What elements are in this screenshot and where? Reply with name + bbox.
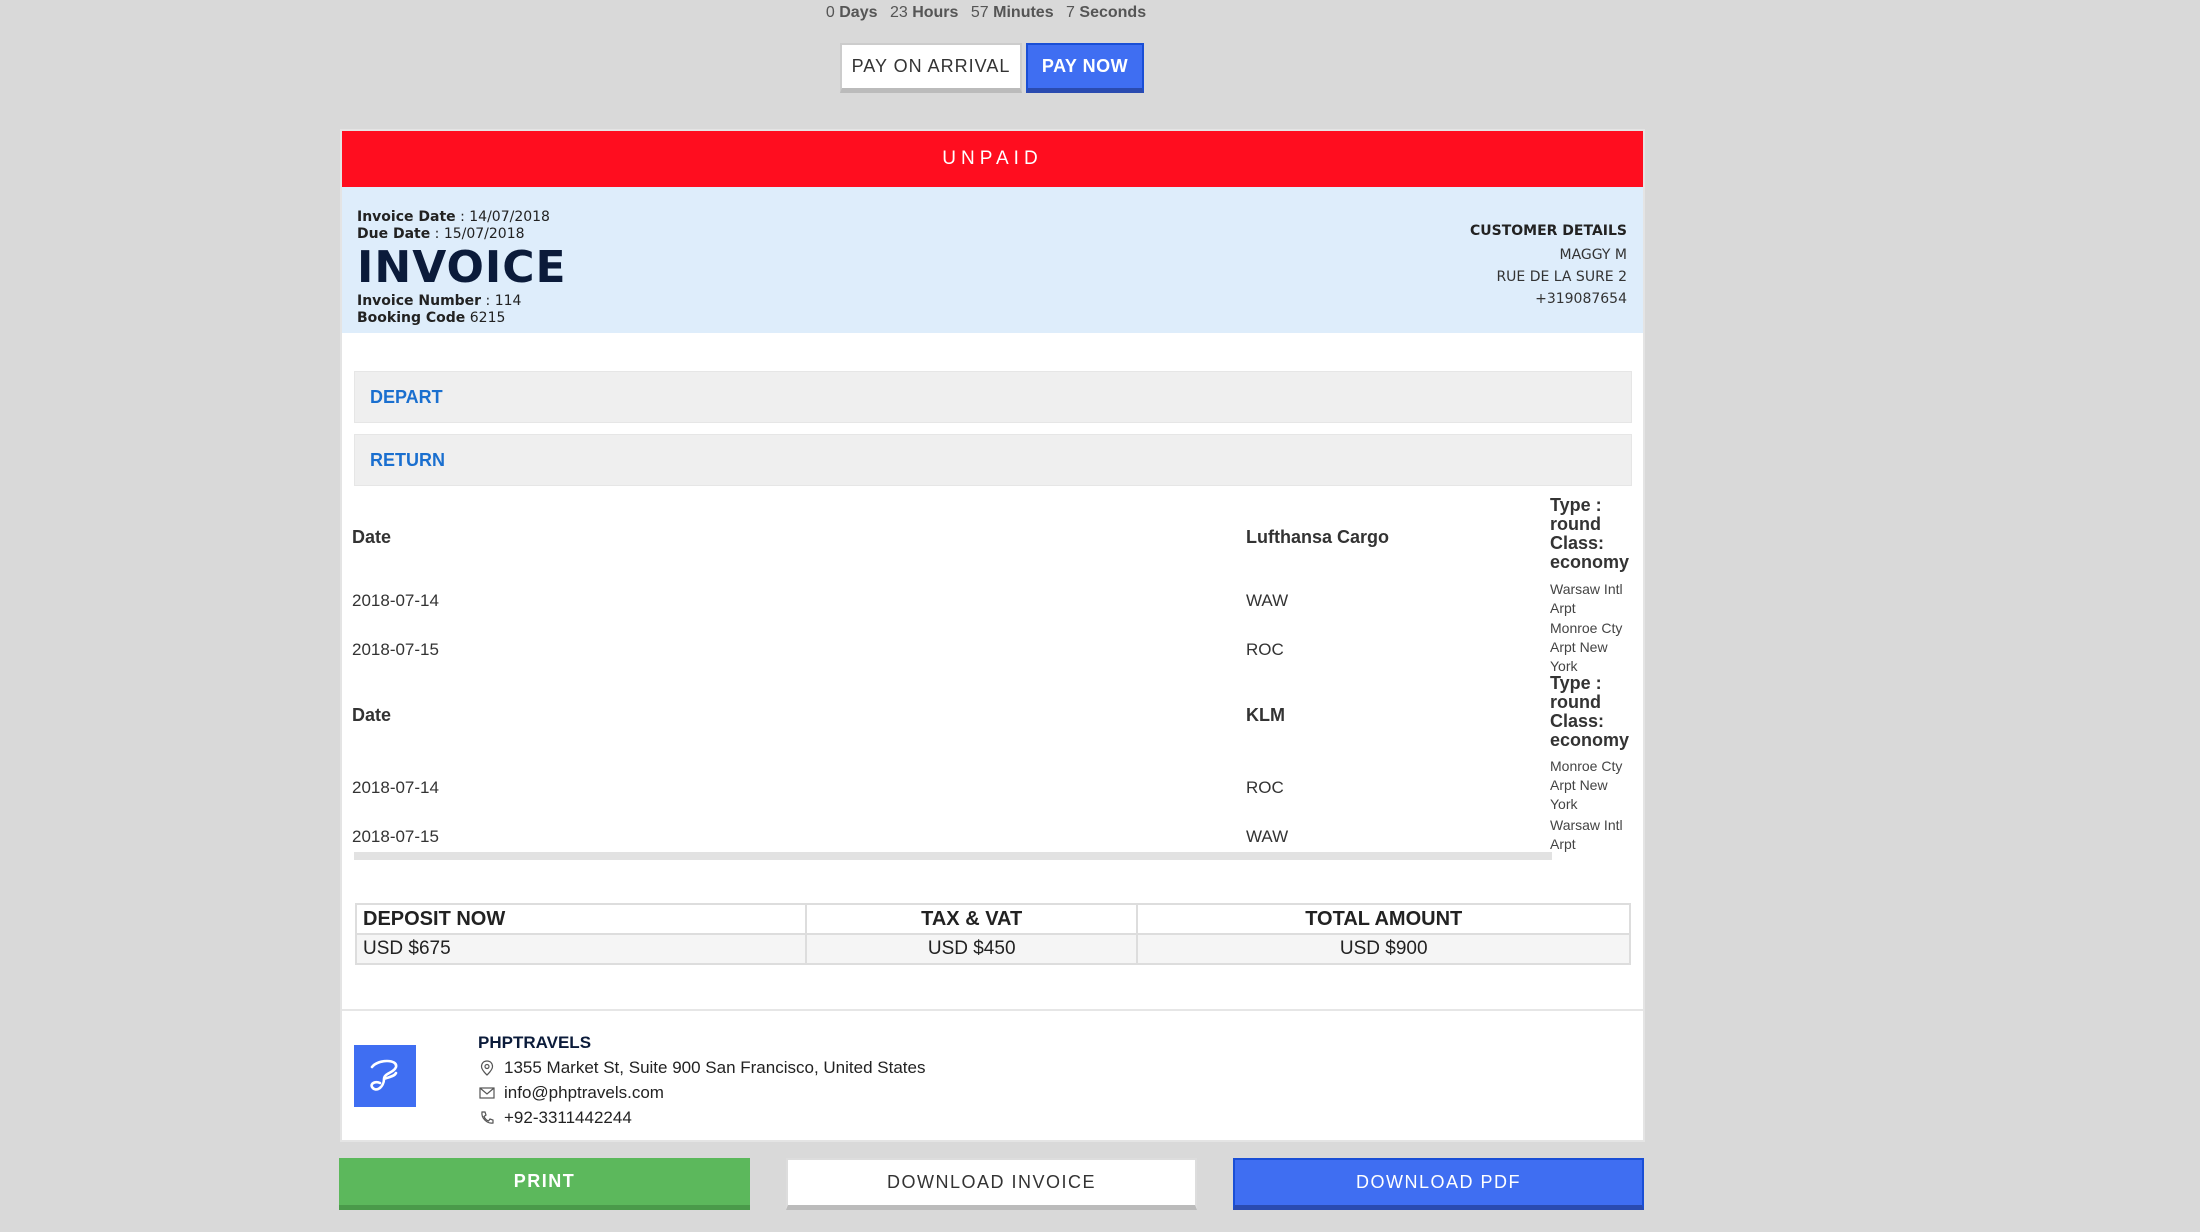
flight1-row2-airport: Monroe Cty Arpt New York xyxy=(1550,620,1623,674)
deposit-value: USD $675 xyxy=(355,933,807,965)
page-title: INVOICE xyxy=(357,242,567,293)
flight1-class-value: economy xyxy=(1550,552,1630,572)
company-address: 1355 Market St, Suite 900 San Francisco,… xyxy=(504,1058,926,1077)
due-date-value: : 15/07/2018 xyxy=(434,226,525,242)
flight2-airline: KLM xyxy=(1246,705,1285,725)
flight2-type-value: round xyxy=(1550,692,1601,712)
flight1-type-value: round xyxy=(1550,514,1601,534)
customer-details-title: CUSTOMER DETAILS xyxy=(1469,223,1627,239)
countdown-seconds-label: Seconds xyxy=(1079,4,1147,21)
flight1-class-label: Class: xyxy=(1550,533,1605,553)
booking-code-label: Booking Code xyxy=(357,310,466,326)
invoice-number-value: : 114 xyxy=(485,293,522,309)
company-name: PHPTRAVELS xyxy=(478,1033,592,1052)
customer-address: RUE DE LA SURE 2 xyxy=(1496,269,1627,285)
flight2-class-value: economy xyxy=(1550,730,1630,750)
countdown-timer: 0 Days 23 Hours 57 Minutes 7 Seconds xyxy=(0,4,1980,22)
pay-now-button[interactable]: PAY NOW xyxy=(1026,43,1144,93)
print-button[interactable]: PRINT xyxy=(339,1158,750,1210)
flight2-class-label: Class: xyxy=(1550,711,1605,731)
total-value: USD $900 xyxy=(1136,933,1631,965)
invoice-date-value: : 14/07/2018 xyxy=(460,209,550,225)
flight2-row2-code: WAW xyxy=(1246,827,1289,846)
flight1-type-class: Type : round Class: economy xyxy=(1550,496,1640,572)
depart-section[interactable]: DEPART xyxy=(354,371,1632,423)
flight1-row1-code: WAW xyxy=(1246,591,1289,610)
status-badge: UNPAID xyxy=(342,131,1643,187)
flight1-airline: Lufthansa Cargo xyxy=(1246,527,1390,547)
company-email[interactable]: info@phptravels.com xyxy=(504,1080,664,1105)
payment-options: PAY ON ARRIVAL PAY NOW xyxy=(840,43,1144,93)
due-date-label: Due Date xyxy=(357,226,431,242)
countdown-minutes-label: Minutes xyxy=(993,4,1054,21)
location-icon xyxy=(480,1059,494,1076)
flight2-row2-airport: Warsaw Intl Arpt xyxy=(1550,817,1623,852)
company-info: PHPTRAVELS 1355 Market St, Suite 900 San… xyxy=(478,1030,925,1130)
tax-header: TAX & VAT xyxy=(804,903,1139,935)
countdown-days-label: Days xyxy=(839,4,878,21)
return-section[interactable]: RETURN xyxy=(354,434,1632,486)
customer-name: MAGGY M xyxy=(1559,247,1628,263)
invoice-card: UNPAID Invoice Date : 14/07/2018 Due Dat… xyxy=(340,129,1645,1142)
flight1-row1-date: 2018-07-14 xyxy=(352,591,439,610)
invoice-meta: Invoice Date : 14/07/2018 Due Date : 15/… xyxy=(357,209,567,327)
invoice-date-label: Invoice Date xyxy=(357,209,456,225)
footer-divider xyxy=(342,1009,1643,1011)
flight1-row2-code: ROC xyxy=(1246,640,1284,659)
countdown-hours-value: 23 xyxy=(889,4,908,21)
totals-table: DEPOSIT NOW TAX & VAT TOTAL AMOUNT USD $… xyxy=(355,903,1631,965)
total-header: TOTAL AMOUNT xyxy=(1136,903,1631,935)
flight2-type-label: Type : xyxy=(1550,673,1602,693)
download-invoice-button[interactable]: DOWNLOAD INVOICE xyxy=(786,1158,1197,1210)
flight1-row1-airport: Warsaw Intl Arpt xyxy=(1550,581,1623,616)
company-logo xyxy=(354,1045,416,1107)
phone-icon xyxy=(481,1110,494,1124)
countdown-days-value: 0 xyxy=(825,4,835,21)
flight1-date-header: Date xyxy=(352,527,392,547)
tax-value: USD $450 xyxy=(804,933,1139,965)
booking-code-value: 6215 xyxy=(469,310,506,326)
deposit-header: DEPOSIT NOW xyxy=(355,903,807,935)
pay-on-arrival-button[interactable]: PAY ON ARRIVAL xyxy=(840,43,1022,93)
download-pdf-button[interactable]: DOWNLOAD PDF xyxy=(1233,1158,1644,1210)
flight2-date-header: Date xyxy=(352,705,392,725)
flight2-type-class: Type : round Class: economy xyxy=(1550,674,1640,750)
countdown-hours-label: Hours xyxy=(912,4,959,21)
flight1-row2-date: 2018-07-15 xyxy=(352,640,439,659)
horizontal-scrollbar[interactable] xyxy=(354,852,1552,860)
envelope-icon xyxy=(479,1086,495,1099)
countdown-minutes-value: 57 xyxy=(970,4,989,21)
flight2-row1-code: ROC xyxy=(1246,778,1284,797)
customer-details: CUSTOMER DETAILS MAGGY M RUE DE LA SURE … xyxy=(1470,220,1627,310)
invoice-header: Invoice Date : 14/07/2018 Due Date : 15/… xyxy=(342,187,1643,333)
company-phone[interactable]: +92-3311442244 xyxy=(504,1105,632,1130)
invoice-number-label: Invoice Number xyxy=(357,293,482,309)
flight1-type-label: Type : xyxy=(1550,495,1602,515)
countdown-seconds-value: 7 xyxy=(1066,4,1075,21)
logo-icon xyxy=(370,1059,398,1091)
flight2-row1-airport: Monroe Cty Arpt New York xyxy=(1550,758,1623,812)
flight2-row2-date: 2018-07-15 xyxy=(352,827,439,846)
flight2-row1-date: 2018-07-14 xyxy=(352,778,439,797)
customer-phone: +319087654 xyxy=(1535,291,1627,307)
